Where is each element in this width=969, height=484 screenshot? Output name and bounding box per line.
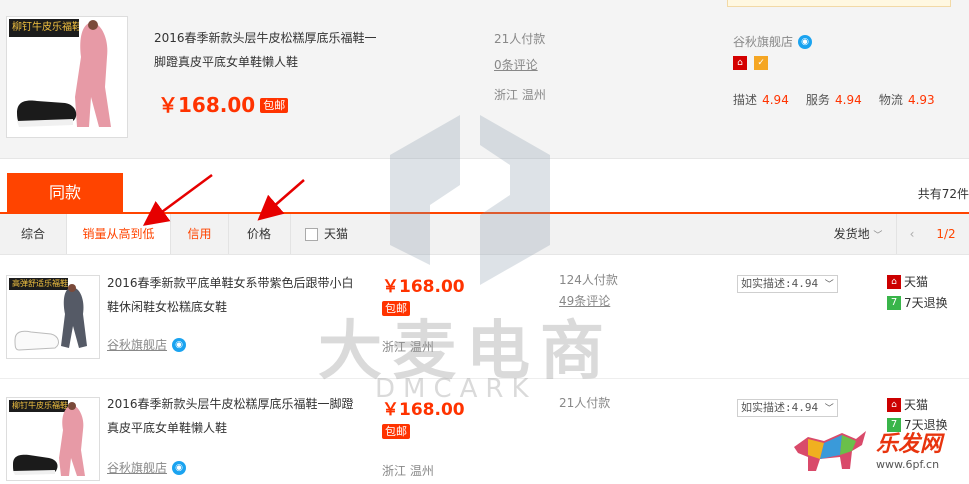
list-item-shop[interactable]: 谷秋旗舰店 ◉ — [107, 457, 187, 476]
site-logo-text: 乐发网 — [876, 432, 943, 457]
arrow-to-price — [257, 179, 305, 221]
wangwang-icon[interactable]: ◉ — [172, 337, 187, 352]
title-line-2: 真皮平底女单鞋懒人鞋 — [107, 421, 228, 435]
free-shipping-badge: 包邮 — [382, 424, 410, 439]
chevron-down-icon: ﹀ — [824, 280, 834, 290]
desc-rating-value: 如实描述:4.94 — [741, 277, 819, 290]
shop-name: 谷秋旗舰店 — [107, 461, 168, 475]
seven-day-return-icon: 7 — [887, 295, 901, 310]
desc-rating-select[interactable]: 如实描述:4.94 ﹀ — [737, 275, 838, 293]
desc-rating-select[interactable]: 如实描述:4.94 ﹀ — [737, 399, 838, 417]
tmall-label: 天猫 — [904, 275, 929, 289]
return-label: 7天退换 — [904, 296, 948, 310]
wangwang-icon[interactable]: ◉ — [172, 460, 187, 475]
tmall-tag: ⌂ 天猫 — [887, 394, 928, 413]
site-logo-url: www.6pf.cn — [876, 458, 940, 471]
title-line-1: 2016春季新款头层牛皮松糕厚底乐福鞋一脚蹬 — [107, 397, 354, 411]
shoe-illustration — [14, 284, 87, 351]
return-tag: 7 7天退换 — [887, 292, 948, 311]
arrow-to-sales — [142, 173, 213, 226]
list-item-image[interactable]: 柳钉牛皮乐福鞋 — [6, 397, 100, 481]
watermark-subtext: DMCARK — [375, 374, 537, 404]
bull-logo-icon — [794, 431, 866, 471]
list-item-location: 浙江 温州 — [382, 464, 434, 478]
chevron-down-icon: ﹀ — [824, 404, 834, 414]
watermark-emblem — [390, 115, 550, 285]
list-item-title[interactable]: 2016春季新款头层牛皮松糕厚底乐福鞋一脚蹬 真皮平底女单鞋懒人鞋 — [107, 392, 377, 440]
tmall-tag: ⌂ 天猫 — [887, 271, 928, 290]
list-item-image[interactable]: 高弹舒适乐福鞋 — [6, 275, 100, 359]
shoe-illustration — [13, 402, 85, 476]
list-item-paid: 21人付款 — [559, 396, 611, 410]
title-line-1: 2016春季新款平底单鞋女系带紫色后跟带小白 — [107, 276, 354, 290]
list-item-shop[interactable]: 谷秋旗舰店 ◉ — [107, 334, 187, 353]
tmall-icon: ⌂ — [887, 397, 901, 412]
desc-rating-value: 如实描述:4.94 — [741, 401, 819, 414]
shop-name: 谷秋旗舰店 — [107, 338, 168, 352]
tmall-label: 天猫 — [904, 398, 929, 412]
tmall-icon: ⌂ — [887, 274, 901, 289]
